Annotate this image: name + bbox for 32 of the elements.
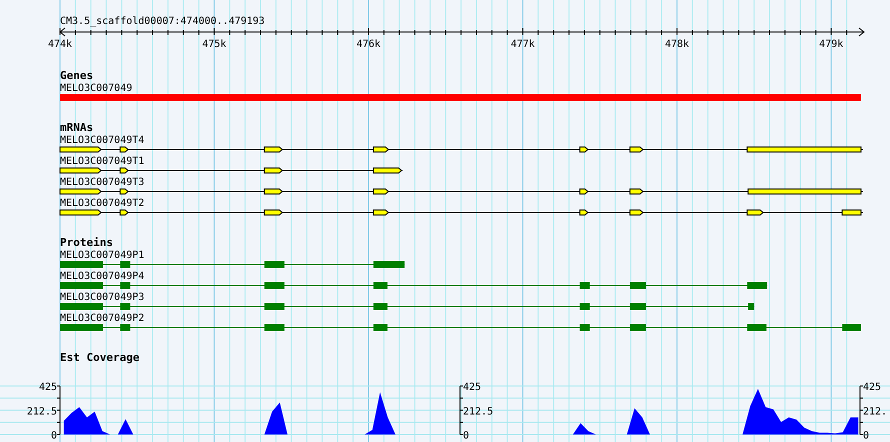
axis-label: 425: [38, 382, 57, 393]
feature-label: MELO3C007049T2: [60, 198, 144, 209]
y-axis: [56, 386, 60, 435]
track-title: Proteins: [60, 236, 113, 249]
scale-label: 476k: [356, 39, 381, 50]
scale-label: 478k: [664, 39, 690, 50]
scale-label: 474k: [48, 39, 72, 50]
axis-label: 212.: [863, 406, 888, 418]
feature-label: MELO3C007049P3: [60, 292, 144, 303]
feature-label: MELO3C007049P4: [60, 271, 144, 282]
track-title: Est Coverage: [60, 351, 140, 364]
feature-label: MELO3C007049P1: [60, 250, 144, 261]
axis-label: 0: [863, 430, 870, 442]
feature-label: MELO3C007049: [60, 83, 132, 94]
feature-label: MELO3C007049T3: [60, 177, 144, 188]
feature-label: MELO3C007049P2: [60, 313, 144, 324]
scale-label: 477k: [510, 39, 535, 50]
axis-label: 212.5: [463, 406, 494, 418]
region-title: CM3.5_scaffold00007:474000..479193: [60, 16, 265, 27]
scale-label: 479k: [819, 39, 844, 50]
axis-label: 0: [50, 430, 57, 442]
track-title: mRNAs: [60, 121, 94, 134]
feature-label: MELO3C007049T1: [60, 156, 144, 167]
track-title: Genes: [60, 69, 94, 82]
scale-label: 475k: [202, 39, 226, 50]
axis-label: 0: [463, 430, 470, 442]
axis-label: 212.5: [26, 406, 57, 418]
y-axis: [460, 386, 464, 435]
axis-label: 425: [863, 382, 882, 393]
feature-label: MELO3C007049T4: [60, 135, 144, 146]
y-axis: [860, 386, 864, 435]
axis-label: 425: [463, 382, 482, 393]
